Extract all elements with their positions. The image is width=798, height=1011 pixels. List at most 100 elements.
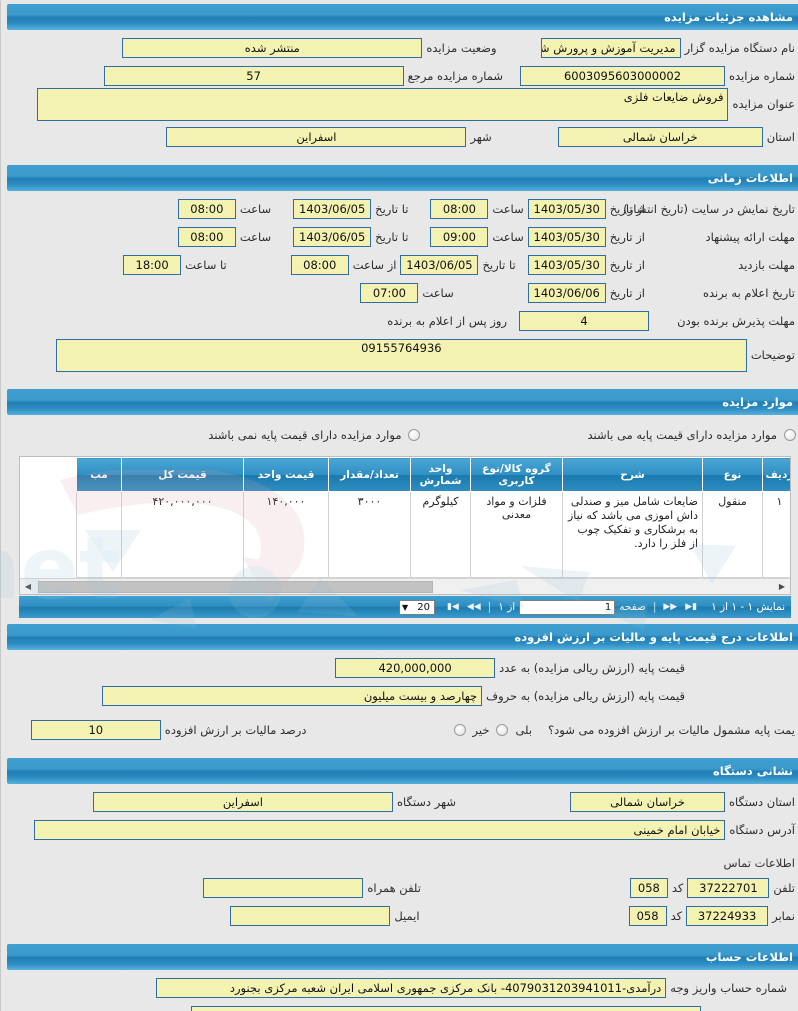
field-org-address[interactable]: خیابان امام خمینی bbox=[34, 820, 726, 840]
field-province[interactable]: خراسان شمالی bbox=[557, 127, 763, 147]
pager-display-info: نمایش ۱ - ۱ از ۱ bbox=[711, 601, 785, 613]
col-unit-price[interactable]: قیمت واحد bbox=[243, 457, 329, 492]
col-quantity[interactable]: تعداد/مقدار bbox=[328, 457, 411, 492]
label-proposal-to-date: تا تاریخ bbox=[375, 230, 409, 244]
field-org-city[interactable]: اسفراین bbox=[92, 792, 393, 812]
field-fax[interactable]: 37224933 bbox=[686, 906, 769, 926]
row-vat: یمت پایه مشمول مالیات بر ارزش افزوده می … bbox=[11, 718, 798, 742]
field-proposal-from-date[interactable]: 1403/05/30 bbox=[527, 227, 606, 247]
field-visit-to-time[interactable]: 18:00 bbox=[123, 255, 182, 275]
pager-page-input[interactable]: 1 bbox=[519, 599, 616, 615]
col-type[interactable]: نوع bbox=[702, 457, 763, 492]
scroll-right-arrow-icon[interactable]: ▶ bbox=[774, 579, 790, 594]
section-body-time: تاریخ نمایش در سایت (تاریخ انتشار) از تا… bbox=[1, 191, 798, 385]
row-proposal-deadline: مهلت ارائه پیشنهاد از تاریخ 1403/05/30 س… bbox=[11, 225, 798, 249]
col-extra[interactable]: مب bbox=[76, 457, 122, 492]
table-row[interactable]: ۱ منقول ضایعات شامل میز و صندلی داش اموز… bbox=[76, 491, 790, 578]
cell-total-price: ۴۲۰,۰۰۰,۰۰۰ bbox=[121, 491, 244, 578]
pager-page-size-value: 20 bbox=[417, 601, 430, 613]
field-publish-from-date[interactable]: 1403/05/30 bbox=[527, 199, 606, 219]
section-title-price: اطلاعات درج قیمت پایه و مالیات بر ارزش ا… bbox=[514, 630, 793, 644]
row-publish-date: تاریخ نمایش در سایت (تاریخ انتشار) از تا… bbox=[11, 197, 798, 221]
cell-extra bbox=[76, 491, 122, 578]
field-proposal-to-date[interactable]: 1403/06/05 bbox=[293, 227, 372, 247]
label-city: شهر bbox=[470, 130, 492, 144]
field-winner-time[interactable]: 07:00 bbox=[360, 283, 419, 303]
field-base-price-words[interactable]: چهارصد و بیست میلیون bbox=[102, 686, 483, 706]
grid-horizontal-scrollbar[interactable]: ◀ ▶ bbox=[20, 578, 790, 594]
label-proposal-from-time: ساعت bbox=[492, 230, 524, 244]
row-organization: نام دستگاه مزایده گزار مدیریت آموزش و پر… bbox=[11, 36, 798, 60]
field-phone-code[interactable]: 058 bbox=[629, 878, 668, 898]
field-payment-id[interactable]: 30003127912757900210203021618O bbox=[190, 1006, 701, 1011]
radio-vat-no[interactable] bbox=[453, 724, 466, 736]
first-page-icon[interactable]: ◀▮ bbox=[443, 602, 463, 612]
field-email[interactable] bbox=[230, 906, 391, 926]
col-unit[interactable]: واحد شمارش bbox=[410, 457, 471, 492]
field-organization[interactable]: مدیریت آموزش و پرورش شـ bbox=[540, 38, 681, 58]
radio-has-base-price[interactable] bbox=[784, 429, 796, 441]
label-publish-from-time: ساعت bbox=[492, 202, 524, 216]
field-status[interactable]: منتشر شده bbox=[122, 38, 423, 58]
field-mobile[interactable] bbox=[203, 878, 364, 898]
field-visit-to-date[interactable]: 1403/06/05 bbox=[400, 255, 479, 275]
field-city[interactable]: اسفراین bbox=[166, 127, 467, 147]
row-fax: نمابر 37224933 کد 058 ایمیل bbox=[11, 904, 798, 928]
row-notes: توضیحات 09155764936 bbox=[11, 337, 798, 373]
form-shell: مشاهده جزئیات مزایده نام دستگاه مزایده گ… bbox=[0, 0, 798, 1011]
label-auction-number: شماره مزایده bbox=[729, 69, 795, 83]
field-base-price-numeric[interactable]: 420,000,000 bbox=[335, 658, 496, 678]
cell-type: منقول bbox=[702, 491, 763, 578]
cell-description: ضایعات شامل میز و صندلی داش اموزی می باش… bbox=[562, 491, 703, 578]
col-group[interactable]: گروه کالا/نوع کاربری bbox=[470, 457, 563, 492]
field-vat-percent[interactable]: 10 bbox=[30, 720, 161, 740]
label-phone-code: کد bbox=[671, 881, 684, 895]
label-winner-from-date: از تاریخ bbox=[609, 286, 645, 300]
pager-divider-1: | bbox=[652, 601, 657, 613]
label-fax-code: کد bbox=[670, 909, 683, 923]
field-acceptance-days[interactable]: 4 bbox=[519, 311, 649, 331]
pager-page-size-select[interactable]: ▼ 20 bbox=[398, 599, 435, 615]
previous-page-icon[interactable]: ◀◀ bbox=[463, 602, 485, 612]
label-publish-to-date: تا تاریخ bbox=[375, 202, 409, 216]
field-publish-to-date[interactable]: 1403/06/05 bbox=[293, 199, 372, 219]
row-payment-id: شناسه واریز وجه 300031279127579002102030… bbox=[11, 1004, 798, 1011]
field-account-number[interactable]: درآمدی-4079031203941011- بانک مرکزی جمهو… bbox=[156, 978, 667, 998]
field-publish-from-time[interactable]: 08:00 bbox=[430, 199, 489, 219]
label-base-price-words: قیمت پایه (ارزش ریالی مزایده) به حروف bbox=[486, 689, 685, 703]
section-title-details: مشاهده جزئیات مزایده bbox=[664, 10, 793, 24]
label-no-base-price: موارد مزایده دارای قیمت پایه نمی باشند bbox=[208, 428, 402, 442]
field-auction-number[interactable]: 6003095603000002 bbox=[520, 66, 725, 86]
auction-details-page: AriaTender.net مشاهده جزئیات مزایده نام … bbox=[0, 0, 798, 1011]
section-header-details: مشاهده جزئیات مزایده bbox=[7, 4, 798, 30]
field-subject[interactable]: فروش ضایعات فلزی bbox=[37, 87, 729, 121]
col-description[interactable]: شرح bbox=[562, 457, 703, 492]
field-proposal-from-time[interactable]: 09:00 bbox=[430, 227, 489, 247]
field-org-province[interactable]: خراسان شمالی bbox=[569, 792, 725, 812]
field-visit-from-date[interactable]: 1403/05/30 bbox=[527, 255, 606, 275]
pager-divider-2: | bbox=[487, 601, 492, 613]
field-visit-from-time[interactable]: 08:00 bbox=[290, 255, 349, 275]
scrollbar-thumb[interactable] bbox=[38, 581, 433, 593]
section-header-address: نشانی دستگاه bbox=[7, 758, 798, 784]
radio-vat-yes[interactable] bbox=[496, 724, 509, 736]
last-page-icon[interactable]: ▮▶ bbox=[681, 602, 701, 612]
label-fax: نمابر bbox=[772, 909, 795, 923]
field-winner-date[interactable]: 1403/06/06 bbox=[527, 283, 606, 303]
field-fax-code[interactable]: 058 bbox=[628, 906, 667, 926]
col-total-price[interactable]: قیمت کل bbox=[121, 457, 244, 492]
label-visit-from-time: از ساعت bbox=[352, 258, 397, 272]
col-index[interactable]: ردیف bbox=[762, 457, 790, 492]
field-reference-number[interactable]: 57 bbox=[103, 66, 404, 86]
label-acceptance-suffix: روز پس از اعلام به برنده bbox=[387, 314, 507, 328]
field-phone[interactable]: 37222701 bbox=[687, 878, 770, 898]
row-base-price-numeric: قیمت پایه (ارزش ریالی مزایده) به عدد 420… bbox=[11, 656, 798, 680]
field-notes[interactable]: 09155764936 bbox=[55, 338, 747, 372]
field-publish-to-time[interactable]: 08:00 bbox=[177, 199, 236, 219]
radio-no-base-price[interactable] bbox=[408, 429, 421, 441]
row-org-address: آدرس دستگاه خیابان امام خمینی bbox=[11, 818, 798, 842]
label-org-city: شهر دستگاه bbox=[396, 795, 456, 809]
field-proposal-to-time[interactable]: 08:00 bbox=[177, 227, 236, 247]
scroll-left-arrow-icon[interactable]: ◀ bbox=[20, 579, 36, 594]
next-page-icon[interactable]: ▶▶ bbox=[659, 602, 681, 612]
